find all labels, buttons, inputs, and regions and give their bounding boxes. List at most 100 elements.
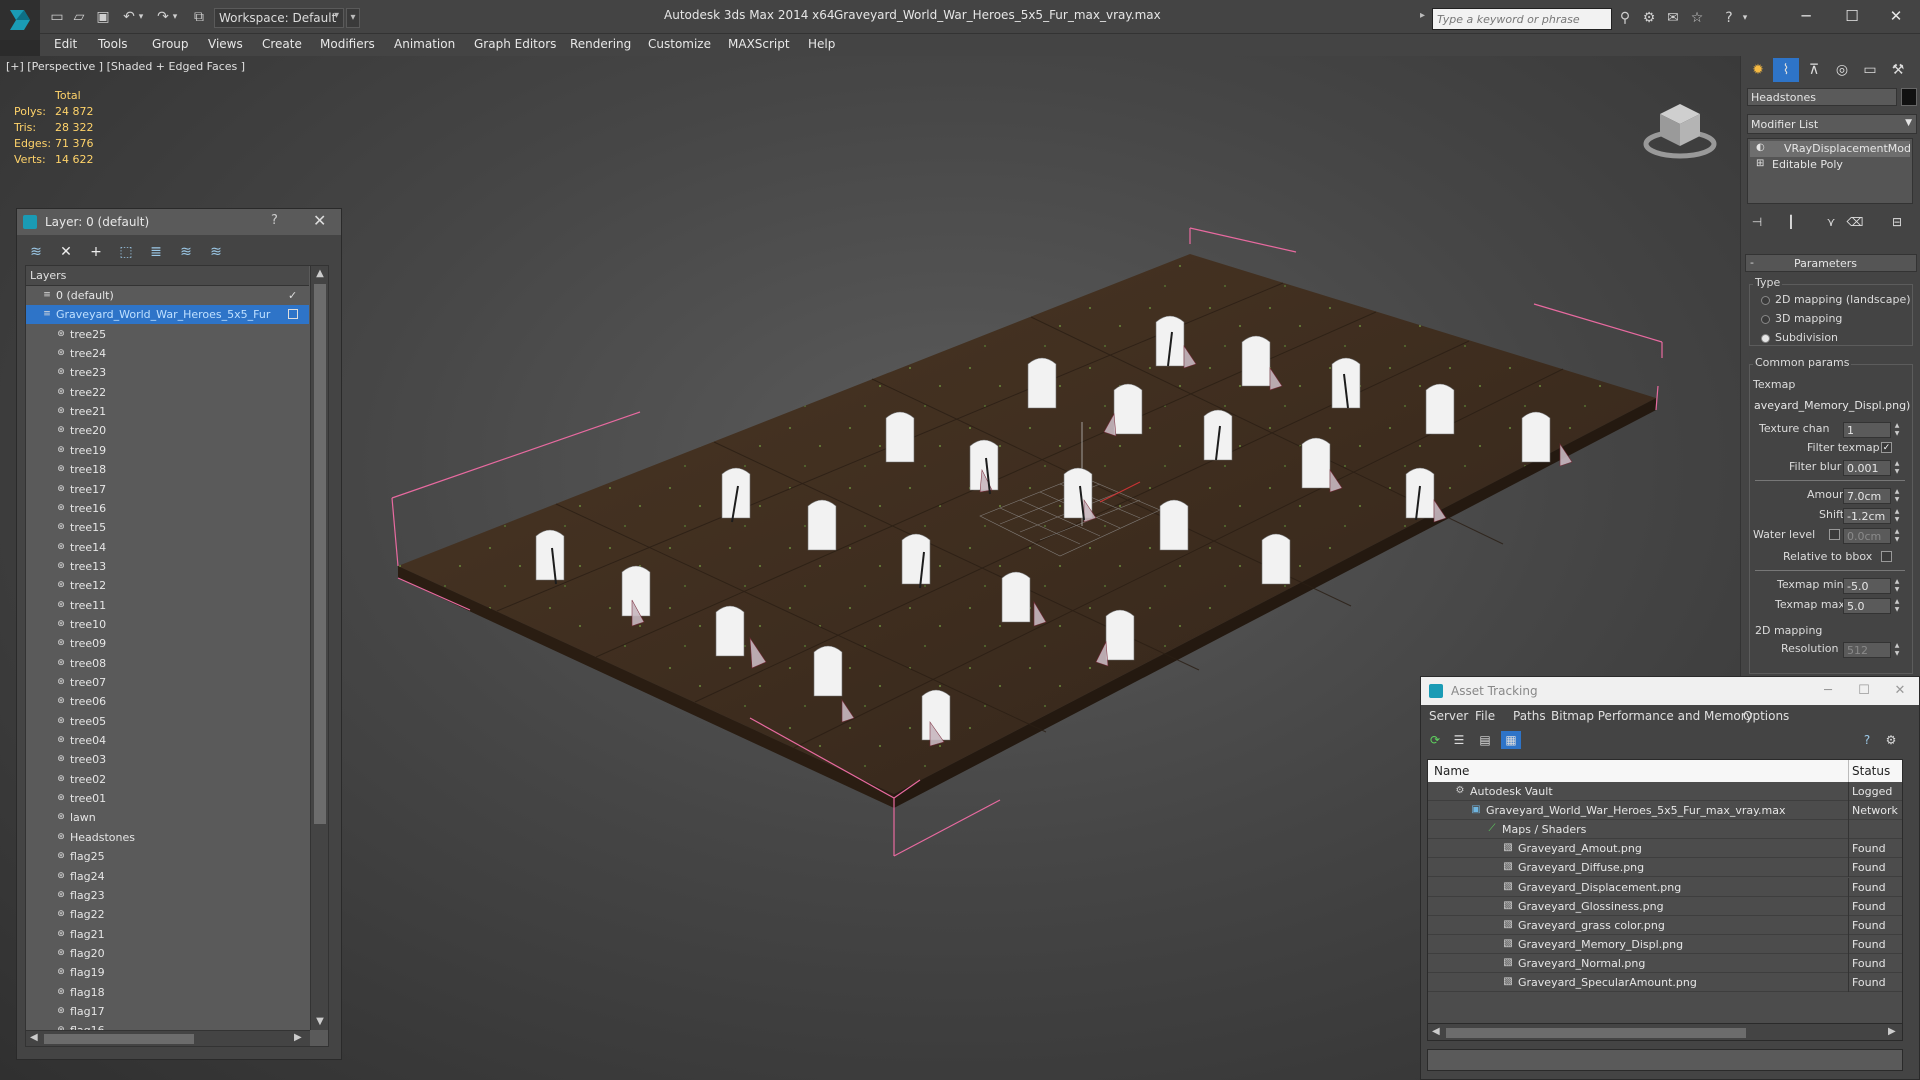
layer-object-row[interactable]: ⊛ flag17 <box>26 1002 309 1021</box>
viewport-label[interactable]: [+] [Perspective ] [Shaded + Edged Faces… <box>6 60 245 73</box>
radio-subdivision[interactable] <box>1761 334 1770 343</box>
menu-maxscript[interactable]: MAXScript <box>728 37 790 51</box>
project-folder-icon[interactable]: ⧉ <box>190 8 208 26</box>
filter-texmap-checkbox[interactable]: ✓ <box>1881 442 1892 453</box>
new-file-icon[interactable]: ▭ <box>48 8 66 26</box>
asset-row[interactable]: ▣ Graveyard_World_War_Heroes_5x5_Fur_max_… <box>1428 801 1902 821</box>
spinner-arrows-icon[interactable]: ▲ ▼ <box>1893 460 1901 476</box>
spinner-arrows-icon[interactable]: ▲ ▼ <box>1893 422 1901 438</box>
layer-object-row[interactable]: ⊛ tree19 <box>26 441 309 460</box>
scroll-right-icon[interactable]: ▶ <box>294 1032 302 1043</box>
favorites-star-icon[interactable]: ☆ <box>1688 9 1706 27</box>
layer-object-row[interactable]: ⊛ tree01 <box>26 789 309 808</box>
layer-object-row[interactable]: ⊛ tree20 <box>26 421 309 440</box>
scroll-thumb[interactable] <box>1446 1028 1746 1038</box>
motion-tab-icon[interactable]: ◎ <box>1829 58 1855 82</box>
menu-server[interactable]: Server <box>1429 709 1468 723</box>
layer-object-row[interactable]: ⊛ tree13 <box>26 557 309 576</box>
make-unique-icon[interactable]: ⋎ <box>1821 212 1841 232</box>
texture-chan-spinner[interactable]: 1 <box>1843 422 1891 438</box>
layer-object-row[interactable]: ⊛ tree18 <box>26 460 309 479</box>
open-file-icon[interactable]: ▱ <box>70 8 88 26</box>
spinner-arrows-icon[interactable]: ▲ ▼ <box>1893 578 1901 594</box>
water-level-checkbox[interactable] <box>1829 529 1840 540</box>
modify-tab-icon[interactable]: ⌇ <box>1773 58 1799 82</box>
select-objects-icon[interactable]: ⬚ <box>115 241 137 263</box>
layer-object-row[interactable]: ⊛ tree22 <box>26 383 309 402</box>
layer-object-row[interactable]: ⊛ tree05 <box>26 712 309 731</box>
shift-spinner[interactable]: -1.2cm <box>1843 508 1891 524</box>
menu-animation[interactable]: Animation <box>394 37 455 51</box>
column-header-status[interactable]: Status <box>1852 764 1890 778</box>
hierarchy-tab-icon[interactable]: ⊼ <box>1801 58 1827 82</box>
resolution-spinner[interactable]: 512 <box>1843 642 1891 658</box>
modifier-list-dropdown[interactable]: Modifier List ▼ <box>1747 114 1917 134</box>
layer-object-row[interactable]: ⊛ flag22 <box>26 905 309 924</box>
layer-object-row[interactable]: ⊛ tree02 <box>26 770 309 789</box>
add-to-layer-icon[interactable]: + <box>85 241 107 263</box>
lightbulb-icon[interactable]: ◐ <box>1756 142 1765 153</box>
undo-dropdown-icon[interactable]: ▾ <box>136 8 146 26</box>
layer-object-row[interactable]: ⊛ Headstones <box>26 828 309 847</box>
layer-horizontal-scrollbar[interactable]: ◀ ▶ <box>26 1030 310 1046</box>
layer-object-row[interactable]: ⊛ tree11 <box>26 596 309 615</box>
menu-options[interactable]: Options <box>1743 709 1789 723</box>
app-logo-icon[interactable] <box>0 0 40 40</box>
layer-object-row[interactable]: ⊛ tree08 <box>26 654 309 673</box>
utilities-tab-icon[interactable]: ⚒ <box>1885 58 1911 82</box>
scroll-up-icon[interactable]: ▲ <box>314 268 326 279</box>
refresh-icon[interactable]: ⟳ <box>1425 731 1445 749</box>
expand-plus-icon[interactable]: ⊞ <box>1756 158 1764 169</box>
minimize-button[interactable]: ─ <box>1786 4 1826 28</box>
parameters-header[interactable]: - Parameters <box>1745 254 1917 272</box>
object-name-field[interactable]: Headstones <box>1747 88 1897 106</box>
help-button[interactable]: ? <box>271 213 278 228</box>
delete-layer-icon[interactable]: ✕ <box>55 241 77 263</box>
table-view-icon[interactable]: ▦ <box>1501 731 1521 749</box>
layer-row[interactable]: ≡ 0 (default) ✓ <box>26 286 309 305</box>
layer-object-row[interactable]: ⊛ flag18 <box>26 983 309 1002</box>
stack-item-editable-poly[interactable]: ⊞ Editable Poly <box>1750 157 1910 173</box>
asset-row[interactable]: ▧ Graveyard_Normal.png Found <box>1428 953 1902 973</box>
layer-row[interactable]: ≡ Graveyard_World_War_Heroes_5x5_Fur <box>26 305 309 325</box>
object-color-swatch[interactable] <box>1901 88 1917 106</box>
save-icon[interactable]: ▣ <box>94 8 112 26</box>
close-button[interactable]: ✕ <box>1885 681 1915 701</box>
scroll-thumb[interactable] <box>314 284 326 824</box>
current-layer-check-icon[interactable]: ✓ <box>288 289 297 302</box>
list-view-icon[interactable]: ☰ <box>1449 731 1469 749</box>
menu-paths[interactable]: Paths <box>1513 709 1546 723</box>
texmap-min-spinner[interactable]: -5.0 <box>1843 578 1891 594</box>
asset-row[interactable]: ▧ Graveyard_Memory_Displ.png Found <box>1428 934 1902 954</box>
spinner-arrows-icon[interactable]: ▲ ▼ <box>1893 598 1901 614</box>
menu-modifiers[interactable]: Modifiers <box>320 37 375 51</box>
scroll-left-icon[interactable]: ◀ <box>30 1032 38 1043</box>
asset-row[interactable]: ⟋ Maps / Shaders <box>1428 820 1902 840</box>
settings-icon[interactable]: ⚙ <box>1881 731 1901 749</box>
create-layer-icon[interactable]: ≋ <box>25 241 47 263</box>
layer-object-row[interactable]: ⊛ flag20 <box>26 944 309 963</box>
help-dropdown-icon[interactable]: ▾ <box>1736 9 1754 27</box>
layer-object-row[interactable]: ⊛ tree16 <box>26 499 309 518</box>
close-button[interactable]: ✕ <box>1876 4 1916 28</box>
menu-help[interactable]: Help <box>808 37 835 51</box>
layer-object-row[interactable]: ⊛ flag25 <box>26 847 309 866</box>
menu-bitmap-performance[interactable]: Bitmap Performance and Memory <box>1551 709 1753 723</box>
viewcube-icon[interactable] <box>1640 88 1720 168</box>
configure-sets-icon[interactable]: ⊟ <box>1887 212 1907 232</box>
layer-object-row[interactable]: ⊛ flag23 <box>26 886 309 905</box>
menu-graph-editors[interactable]: Graph Editors <box>474 37 556 51</box>
asset-row[interactable]: ▧ Graveyard_Glossiness.png Found <box>1428 896 1902 916</box>
relative-bbox-checkbox[interactable] <box>1881 551 1892 562</box>
freeze-all-layers-icon[interactable]: ≋ <box>205 241 227 263</box>
asset-row[interactable]: ▧ Graveyard_Displacement.png Found <box>1428 877 1902 897</box>
asset-row[interactable]: ▧ Graveyard_Diffuse.png Found <box>1428 858 1902 878</box>
amount-spinner[interactable]: 7.0cm <box>1843 488 1891 504</box>
layer-object-row[interactable]: ⊛ tree14 <box>26 538 309 557</box>
pin-stack-icon[interactable]: ⊣ <box>1747 212 1767 232</box>
maximize-button[interactable]: ☐ <box>1849 681 1879 701</box>
layer-object-row[interactable]: ⊛ tree10 <box>26 615 309 634</box>
radio-2d-mapping[interactable] <box>1761 296 1770 305</box>
scroll-thumb[interactable] <box>44 1034 194 1044</box>
layer-object-row[interactable]: ⊛ tree07 <box>26 673 309 692</box>
